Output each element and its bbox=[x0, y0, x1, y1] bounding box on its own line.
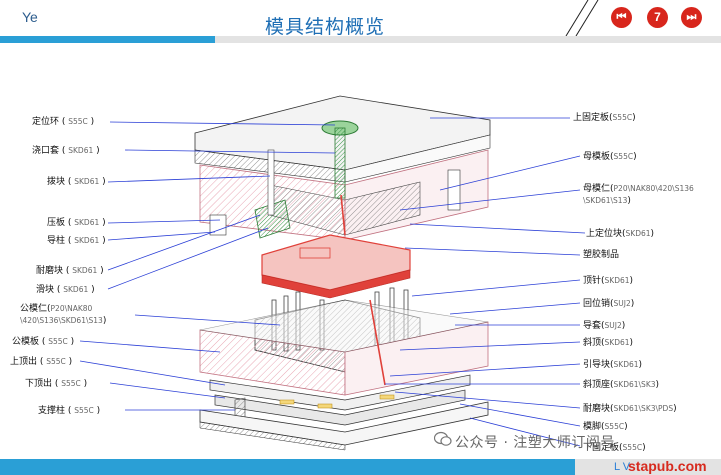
label-cavity-insert: 母模仁(P20\NAK80\420\S136 \SKD61\S13) bbox=[583, 184, 694, 206]
wechat-icon bbox=[434, 431, 452, 446]
label-upper-clamp-plate: 上固定板(S55C) bbox=[573, 113, 636, 123]
label-guide-block: 引导块(SKD61) bbox=[583, 360, 643, 370]
label-pressure-plate: 压板 ( SKD61 ) bbox=[47, 218, 106, 228]
label-wear-block-left: 耐磨块 ( SKD61 ) bbox=[36, 266, 104, 276]
label-guide-pin: 导柱 ( SKD61 ) bbox=[47, 236, 106, 246]
label-support-pillar: 支撑柱 ( S55C ) bbox=[38, 406, 101, 416]
label-lifter: 斜顶(SKD61) bbox=[583, 338, 634, 348]
label-core-plate: 公模板 ( S55C ) bbox=[12, 337, 75, 347]
watermark-text: 公众号 · 注塑大师订阅号 bbox=[455, 435, 615, 451]
label-lifter-base: 斜顶座(SKD61\SK3) bbox=[583, 380, 660, 390]
label-wear-block-right: 耐磨块(SKD61\SK3\PDS) bbox=[583, 404, 677, 414]
label-core-insert: 公模仁(P20\NAK80 \420\S136\SKD61\S13) bbox=[20, 304, 107, 326]
site-watermark: stapub.com bbox=[628, 458, 707, 474]
label-return-pin: 回位销(SUJ2) bbox=[583, 299, 635, 309]
label-upper-locating-block: 上定位块(SKD61) bbox=[586, 229, 655, 239]
label-guide-bushing: 导套(SUJ2) bbox=[583, 321, 626, 331]
footer-accent-bar bbox=[0, 459, 575, 475]
label-sprue-bushing: 浇口套 ( SKD61 ) bbox=[32, 146, 100, 156]
label-upper-ejector: 上顶出 ( S55C ) bbox=[10, 357, 73, 367]
label-plastic-part: 塑胶制品 bbox=[583, 250, 620, 260]
label-ejector-pin: 顶针(SKD61) bbox=[583, 276, 634, 286]
sprue-bushing bbox=[334, 127, 346, 199]
label-cavity-plate: 母模板(S55C) bbox=[583, 152, 637, 162]
label-slide: 滑块 ( SKD61 ) bbox=[36, 285, 95, 295]
label-finger-block: 拨块 ( SKD61 ) bbox=[47, 177, 106, 187]
label-locating-ring: 定位环 ( S55C ) bbox=[32, 117, 95, 127]
label-lower-ejector: 下顶出 ( S55C ) bbox=[25, 379, 88, 389]
